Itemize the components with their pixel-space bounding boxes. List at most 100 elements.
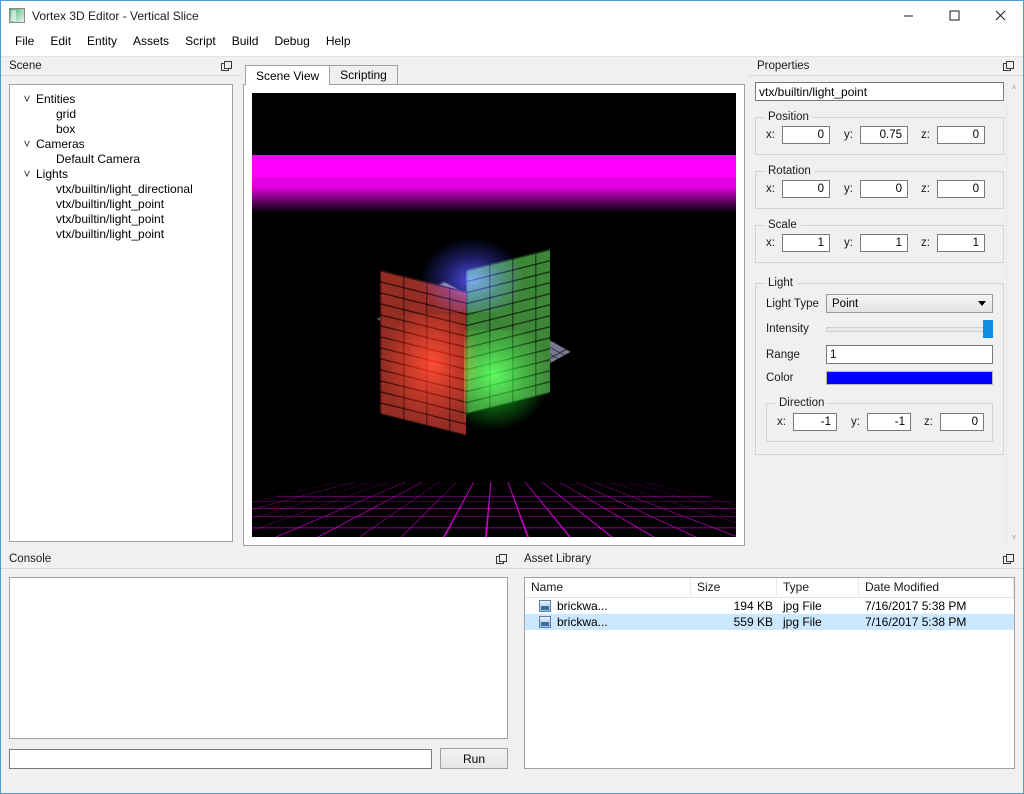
menu-edit[interactable]: Edit bbox=[42, 31, 79, 52]
float-panel-icon[interactable] bbox=[1002, 60, 1015, 73]
table-row[interactable]: brickwa... 559 KB jpg File 7/16/2017 5:3… bbox=[525, 614, 1014, 630]
chevron-down-icon[interactable]: ˅ bbox=[20, 92, 34, 106]
asset-type-cell: jpg File bbox=[783, 599, 822, 613]
scale-y-label: y: bbox=[844, 237, 853, 249]
tree-node-box[interactable]: box bbox=[10, 121, 232, 136]
scroll-up-icon[interactable]: ˄ bbox=[1012, 84, 1017, 92]
properties-scrollbar[interactable]: ˄ ˅ bbox=[1006, 82, 1021, 544]
rotation-y-input[interactable] bbox=[860, 180, 908, 198]
direction-group-title: Direction bbox=[775, 397, 829, 409]
tree-node-grid[interactable]: grid bbox=[10, 106, 232, 121]
properties-panel: Properties Position bbox=[749, 57, 1023, 550]
horizon-band bbox=[252, 155, 736, 178]
column-header-date-modified[interactable]: Date Modified bbox=[859, 578, 1014, 597]
scale-z-label: z: bbox=[921, 237, 930, 249]
tree-node-label: vtx/builtin/light_directional bbox=[56, 181, 193, 196]
float-panel-icon[interactable] bbox=[1002, 553, 1015, 566]
rotation-z-input[interactable] bbox=[937, 180, 985, 198]
scale-x-input[interactable] bbox=[782, 234, 830, 252]
column-header-type[interactable]: Type bbox=[777, 578, 859, 597]
asset-library-title: Asset Library bbox=[524, 553, 592, 565]
workspace: Scene ˅ Entities grid box ˅ Cameras Defa… bbox=[1, 57, 1023, 793]
menu-help[interactable]: Help bbox=[318, 31, 359, 52]
direction-row: x: y: z: bbox=[777, 413, 984, 431]
asset-name-text: brickwa... bbox=[557, 599, 608, 613]
title-bar: Vortex 3D Editor - Vertical Slice bbox=[1, 1, 1023, 30]
tab-scene-view[interactable]: Scene View bbox=[245, 65, 331, 85]
direction-z-input[interactable] bbox=[940, 413, 984, 431]
tree-node-entities[interactable]: ˅ Entities bbox=[10, 91, 232, 106]
asset-library-body: Name Size Type Date Modified brickwa... … bbox=[516, 569, 1023, 777]
range-input[interactable] bbox=[826, 345, 993, 364]
asset-name-cell: brickwa... bbox=[525, 615, 691, 629]
menu-debug[interactable]: Debug bbox=[266, 31, 317, 52]
scroll-down-icon[interactable]: ˅ bbox=[1012, 534, 1017, 542]
light-type-select[interactable]: Point bbox=[826, 294, 993, 313]
entity-name-field[interactable] bbox=[755, 82, 1004, 101]
menu-script[interactable]: Script bbox=[177, 31, 224, 52]
box-entity[interactable] bbox=[376, 234, 571, 436]
intensity-slider-handle[interactable] bbox=[983, 320, 993, 338]
run-button[interactable]: Run bbox=[440, 748, 508, 769]
range-row: Range bbox=[766, 345, 993, 364]
scale-z-input[interactable] bbox=[937, 234, 985, 252]
chevron-down-icon[interactable]: ˅ bbox=[20, 137, 34, 151]
position-y-input[interactable] bbox=[860, 126, 908, 144]
tree-node-label: Lights bbox=[36, 166, 69, 181]
light-group-title: Light bbox=[764, 277, 797, 289]
tree-node-label: box bbox=[56, 121, 76, 136]
tree-node-cameras[interactable]: ˅ Cameras bbox=[10, 136, 232, 151]
float-panel-icon[interactable] bbox=[495, 553, 508, 566]
table-row[interactable]: brickwa... 194 KB jpg File 7/16/2017 5:3… bbox=[525, 598, 1014, 614]
scene-panel: Scene ˅ Entities grid box ˅ Cameras Defa… bbox=[1, 57, 241, 550]
console-command-input[interactable] bbox=[9, 748, 432, 769]
menu-file[interactable]: File bbox=[7, 31, 42, 52]
rotation-x-input[interactable] bbox=[782, 180, 830, 198]
asset-library-titlebar: Asset Library bbox=[516, 550, 1023, 569]
direction-y-input[interactable] bbox=[867, 413, 911, 431]
direction-x-label: x: bbox=[777, 416, 786, 428]
menu-assets[interactable]: Assets bbox=[125, 31, 177, 52]
light-color-swatch[interactable] bbox=[826, 371, 993, 385]
tree-node-light-point-1[interactable]: vtx/builtin/light_point bbox=[10, 196, 232, 211]
minimize-button[interactable] bbox=[885, 1, 931, 30]
intensity-slider[interactable] bbox=[826, 320, 993, 338]
scale-y-input[interactable] bbox=[860, 234, 908, 252]
chevron-down-icon[interactable]: ˅ bbox=[20, 167, 34, 181]
position-x-input[interactable] bbox=[782, 126, 830, 144]
direction-x-input[interactable] bbox=[793, 413, 837, 431]
scene-panel-titlebar: Scene bbox=[1, 57, 241, 76]
tree-node-default-camera[interactable]: Default Camera bbox=[10, 151, 232, 166]
console-panel-titlebar: Console bbox=[1, 550, 516, 569]
image-file-icon bbox=[539, 600, 551, 612]
tree-node-light-point-3[interactable]: vtx/builtin/light_point bbox=[10, 226, 232, 241]
console-output[interactable] bbox=[9, 577, 508, 739]
console-input-row: Run bbox=[9, 748, 508, 769]
tab-scripting[interactable]: Scripting bbox=[329, 65, 398, 84]
close-button[interactable] bbox=[977, 1, 1023, 30]
menu-entity[interactable]: Entity bbox=[79, 31, 125, 52]
tree-node-light-directional[interactable]: vtx/builtin/light_directional bbox=[10, 181, 232, 196]
position-z-input[interactable] bbox=[937, 126, 985, 144]
sky-backdrop bbox=[252, 93, 736, 156]
position-y-label: y: bbox=[844, 129, 853, 141]
tree-node-label: grid bbox=[56, 106, 77, 121]
chevron-down-icon[interactable] bbox=[978, 301, 986, 306]
position-z-label: z: bbox=[921, 129, 930, 141]
asset-name-cell: brickwa... bbox=[525, 599, 691, 613]
column-header-size[interactable]: Size bbox=[691, 578, 777, 597]
viewport-tabstrip: Scene View Scripting bbox=[243, 63, 745, 85]
console-panel-body: Run bbox=[1, 569, 516, 777]
menu-build[interactable]: Build bbox=[224, 31, 267, 52]
scene-viewport[interactable] bbox=[252, 93, 736, 537]
tree-node-light-point-2[interactable]: vtx/builtin/light_point bbox=[10, 211, 232, 226]
grid-floor bbox=[252, 481, 736, 537]
light-group: Light Light Type Point Intensity Range 1… bbox=[755, 277, 1004, 455]
scene-tree[interactable]: ˅ Entities grid box ˅ Cameras Default Ca… bbox=[9, 84, 233, 542]
column-header-name[interactable]: Name bbox=[525, 578, 691, 597]
float-panel-icon[interactable] bbox=[220, 60, 233, 73]
minimize-icon bbox=[903, 15, 913, 17]
tree-node-lights[interactable]: ˅ Lights bbox=[10, 166, 232, 181]
maximize-button[interactable] bbox=[931, 1, 977, 30]
asset-table-header: Name Size Type Date Modified bbox=[525, 578, 1014, 598]
